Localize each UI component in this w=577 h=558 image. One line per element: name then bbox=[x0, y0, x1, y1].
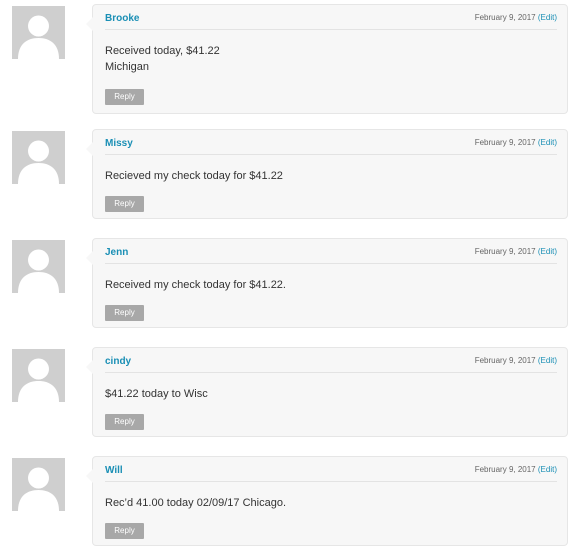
edit-link[interactable]: (Edit) bbox=[538, 465, 557, 474]
comment-meta: February 9, 2017 (Edit) bbox=[475, 13, 557, 22]
comment-text-line: Recieved my check today for $41.22 bbox=[105, 170, 283, 182]
comment-meta: February 9, 2017 (Edit) bbox=[475, 465, 557, 474]
comment-author[interactable]: cindy bbox=[105, 356, 131, 367]
comment-date[interactable]: February 9, 2017 bbox=[475, 465, 536, 474]
comment-bubble: Jenn February 9, 2017 (Edit) Received my… bbox=[86, 238, 568, 328]
edit-link[interactable]: (Edit) bbox=[538, 13, 557, 22]
comment-meta: February 9, 2017 (Edit) bbox=[475, 247, 557, 256]
comment-author[interactable]: Will bbox=[105, 465, 123, 476]
comment-meta: February 9, 2017 (Edit) bbox=[475, 138, 557, 147]
comment-date[interactable]: February 9, 2017 bbox=[475, 356, 536, 365]
comment-text: $41.22 today to Wisc bbox=[105, 386, 208, 402]
reply-button[interactable]: Reply bbox=[105, 523, 144, 539]
default-avatar-icon bbox=[12, 6, 65, 59]
comment-text-line: Rec’d 41.00 today 02/09/17 Chicago. bbox=[105, 497, 287, 509]
default-avatar-icon bbox=[12, 240, 65, 293]
comment-text: Received today, $41.22 Michigan bbox=[105, 43, 220, 75]
reply-button[interactable]: Reply bbox=[105, 89, 144, 105]
comment-text-line: Michigan bbox=[105, 61, 150, 73]
avatar bbox=[12, 349, 65, 402]
comment-text-line: Received my check today for $41.22. bbox=[105, 279, 286, 291]
comment-text-line: $41.22 today to Wisc bbox=[105, 388, 208, 400]
default-avatar-icon bbox=[12, 349, 65, 402]
reply-button[interactable]: Reply bbox=[105, 414, 144, 430]
divider bbox=[105, 263, 557, 264]
edit-link[interactable]: (Edit) bbox=[538, 356, 557, 365]
default-avatar-icon bbox=[12, 131, 65, 184]
comment-text: Received my check today for $41.22. bbox=[105, 277, 286, 293]
edit-link[interactable]: (Edit) bbox=[538, 138, 557, 147]
comment-bubble: cindy February 9, 2017 (Edit) $41.22 tod… bbox=[86, 347, 568, 437]
comment-author[interactable]: Jenn bbox=[105, 247, 128, 258]
avatar bbox=[12, 240, 65, 293]
comment-author[interactable]: Missy bbox=[105, 138, 133, 149]
divider bbox=[105, 154, 557, 155]
default-avatar-icon bbox=[12, 458, 65, 511]
reply-button[interactable]: Reply bbox=[105, 305, 144, 321]
comment-text: Rec’d 41.00 today 02/09/17 Chicago. bbox=[105, 495, 286, 511]
avatar bbox=[12, 131, 65, 184]
divider bbox=[105, 29, 557, 30]
comment-date[interactable]: February 9, 2017 bbox=[475, 247, 536, 256]
comment-bubble: Will February 9, 2017 (Edit) Rec’d 41.00… bbox=[86, 456, 568, 546]
edit-link[interactable]: (Edit) bbox=[538, 247, 557, 256]
comment-bubble: Brooke February 9, 2017 (Edit) Received … bbox=[86, 4, 568, 114]
divider bbox=[105, 481, 557, 482]
comment-date[interactable]: February 9, 2017 bbox=[475, 13, 536, 22]
divider bbox=[105, 372, 557, 373]
reply-button[interactable]: Reply bbox=[105, 196, 144, 212]
comment-date[interactable]: February 9, 2017 bbox=[475, 138, 536, 147]
comment-bubble: Missy February 9, 2017 (Edit) Recieved m… bbox=[86, 129, 568, 219]
comment-author[interactable]: Brooke bbox=[105, 13, 139, 24]
comment-text: Recieved my check today for $41.22 bbox=[105, 168, 283, 184]
comment-meta: February 9, 2017 (Edit) bbox=[475, 356, 557, 365]
comment-list: Brooke February 9, 2017 (Edit) Received … bbox=[0, 0, 577, 558]
avatar bbox=[12, 458, 65, 511]
comment-text-line: Received today, $41.22 bbox=[105, 45, 220, 57]
avatar bbox=[12, 6, 65, 59]
